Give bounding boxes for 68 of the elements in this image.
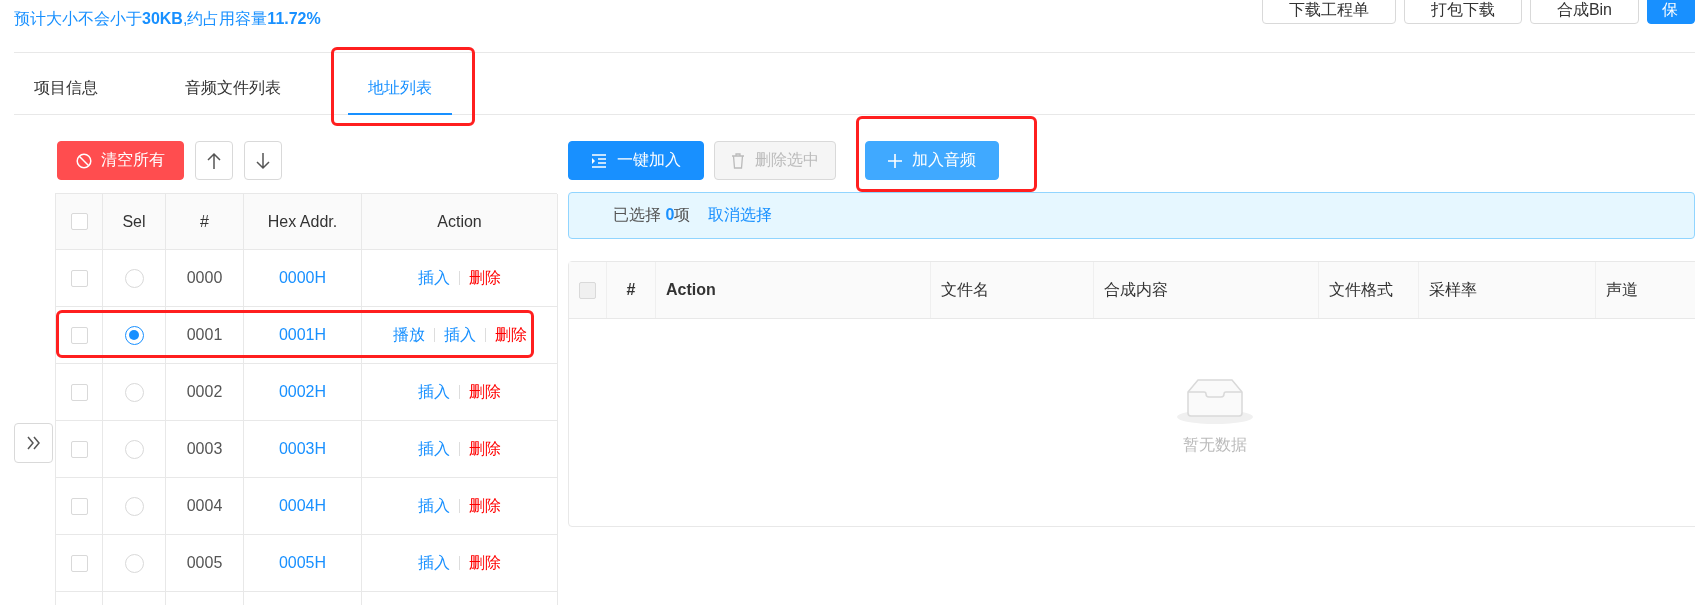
checkbox[interactable] (70, 440, 88, 458)
action-link[interactable]: 插入 (418, 381, 450, 403)
list-indent-icon (591, 153, 607, 168)
toolbar-button[interactable]: 打包下载 (1403, 0, 1522, 24)
toolbar-button[interactable]: 合成Bin (1529, 0, 1639, 24)
tab[interactable]: 地址列表 (348, 53, 452, 115)
column-header: Hex Addr. (244, 194, 362, 250)
address-link[interactable]: 0000H (278, 269, 327, 287)
size-summary: 预计大小不会小于30KB,约占用容量11.72% (14, 9, 321, 29)
action-link[interactable]: 插入 (418, 495, 450, 517)
move-up-button[interactable] (195, 141, 233, 180)
checkbox[interactable] (70, 383, 88, 401)
address-link[interactable]: 0002H (278, 383, 327, 401)
action-link[interactable]: 删除 (494, 324, 527, 346)
table-cell: 0004 (166, 478, 244, 535)
action-link[interactable]: 播放 (392, 324, 425, 346)
action-link[interactable]: 删除 (469, 438, 501, 460)
action-link[interactable]: 插入 (418, 438, 450, 460)
plus-icon (888, 153, 902, 168)
tab[interactable]: 项目信息 (14, 53, 118, 115)
column-header: # (607, 262, 656, 318)
address-link[interactable]: 0004H (278, 497, 327, 515)
column-header: Action (656, 262, 931, 318)
tab[interactable]: 音频文件列表 (165, 53, 301, 115)
trash-icon (731, 152, 745, 169)
column-header: Sel (103, 194, 166, 250)
toolbar-button[interactable]: 保 (1647, 0, 1695, 24)
double-chevron-icon (25, 436, 42, 450)
table-cell: 0002 (166, 364, 244, 421)
column-header: 采样率 (1419, 262, 1596, 318)
checkbox[interactable] (70, 269, 88, 287)
ban-icon (76, 152, 92, 169)
toolbar-button[interactable]: 下载工程单 (1261, 0, 1396, 24)
table-cell: 0001 (166, 307, 244, 364)
toolbar-button[interactable]: 加入音频 (865, 141, 999, 180)
table-cell: 0003 (166, 421, 244, 478)
clear-all-button[interactable]: 清空所有 (57, 141, 184, 180)
column-header: 文件格式 (1319, 262, 1419, 318)
action-link[interactable]: 删除 (469, 552, 501, 574)
action-link[interactable]: 插入 (418, 552, 450, 574)
column-header: 文件名 (931, 262, 1094, 318)
move-down-button[interactable] (244, 141, 282, 180)
address-link[interactable]: 0001H (278, 326, 327, 344)
action-link[interactable]: 删除 (469, 381, 501, 403)
checkbox[interactable] (70, 326, 88, 344)
column-header: # (166, 194, 244, 250)
checkbox[interactable] (70, 213, 88, 230)
clear-selection-link[interactable]: 取消选择 (708, 205, 773, 226)
arrow-down-icon (255, 151, 271, 170)
column-header: 声道 (1596, 262, 1695, 318)
arrow-up-icon (206, 151, 222, 170)
selection-count: 已选择 0项 (613, 205, 691, 225)
checkbox[interactable] (70, 554, 88, 572)
toolbar-button[interactable]: 一键加入 (568, 141, 704, 180)
action-link[interactable]: 插入 (418, 267, 450, 289)
table-cell: 0005 (166, 535, 244, 592)
empty-message: 暂无数据 (1183, 435, 1247, 455)
column-header: 合成内容 (1094, 262, 1319, 318)
column-header: Action (362, 194, 558, 250)
action-link[interactable]: 插入 (443, 324, 476, 346)
expand-button[interactable] (14, 423, 53, 463)
address-link[interactable]: 0003H (278, 440, 327, 458)
action-link[interactable]: 删除 (469, 495, 501, 517)
table-cell: 0000 (166, 250, 244, 307)
action-link[interactable]: 删除 (469, 267, 501, 289)
address-link[interactable]: 0005H (278, 554, 327, 572)
radio-button[interactable] (124, 325, 144, 345)
checkbox[interactable] (70, 497, 88, 515)
